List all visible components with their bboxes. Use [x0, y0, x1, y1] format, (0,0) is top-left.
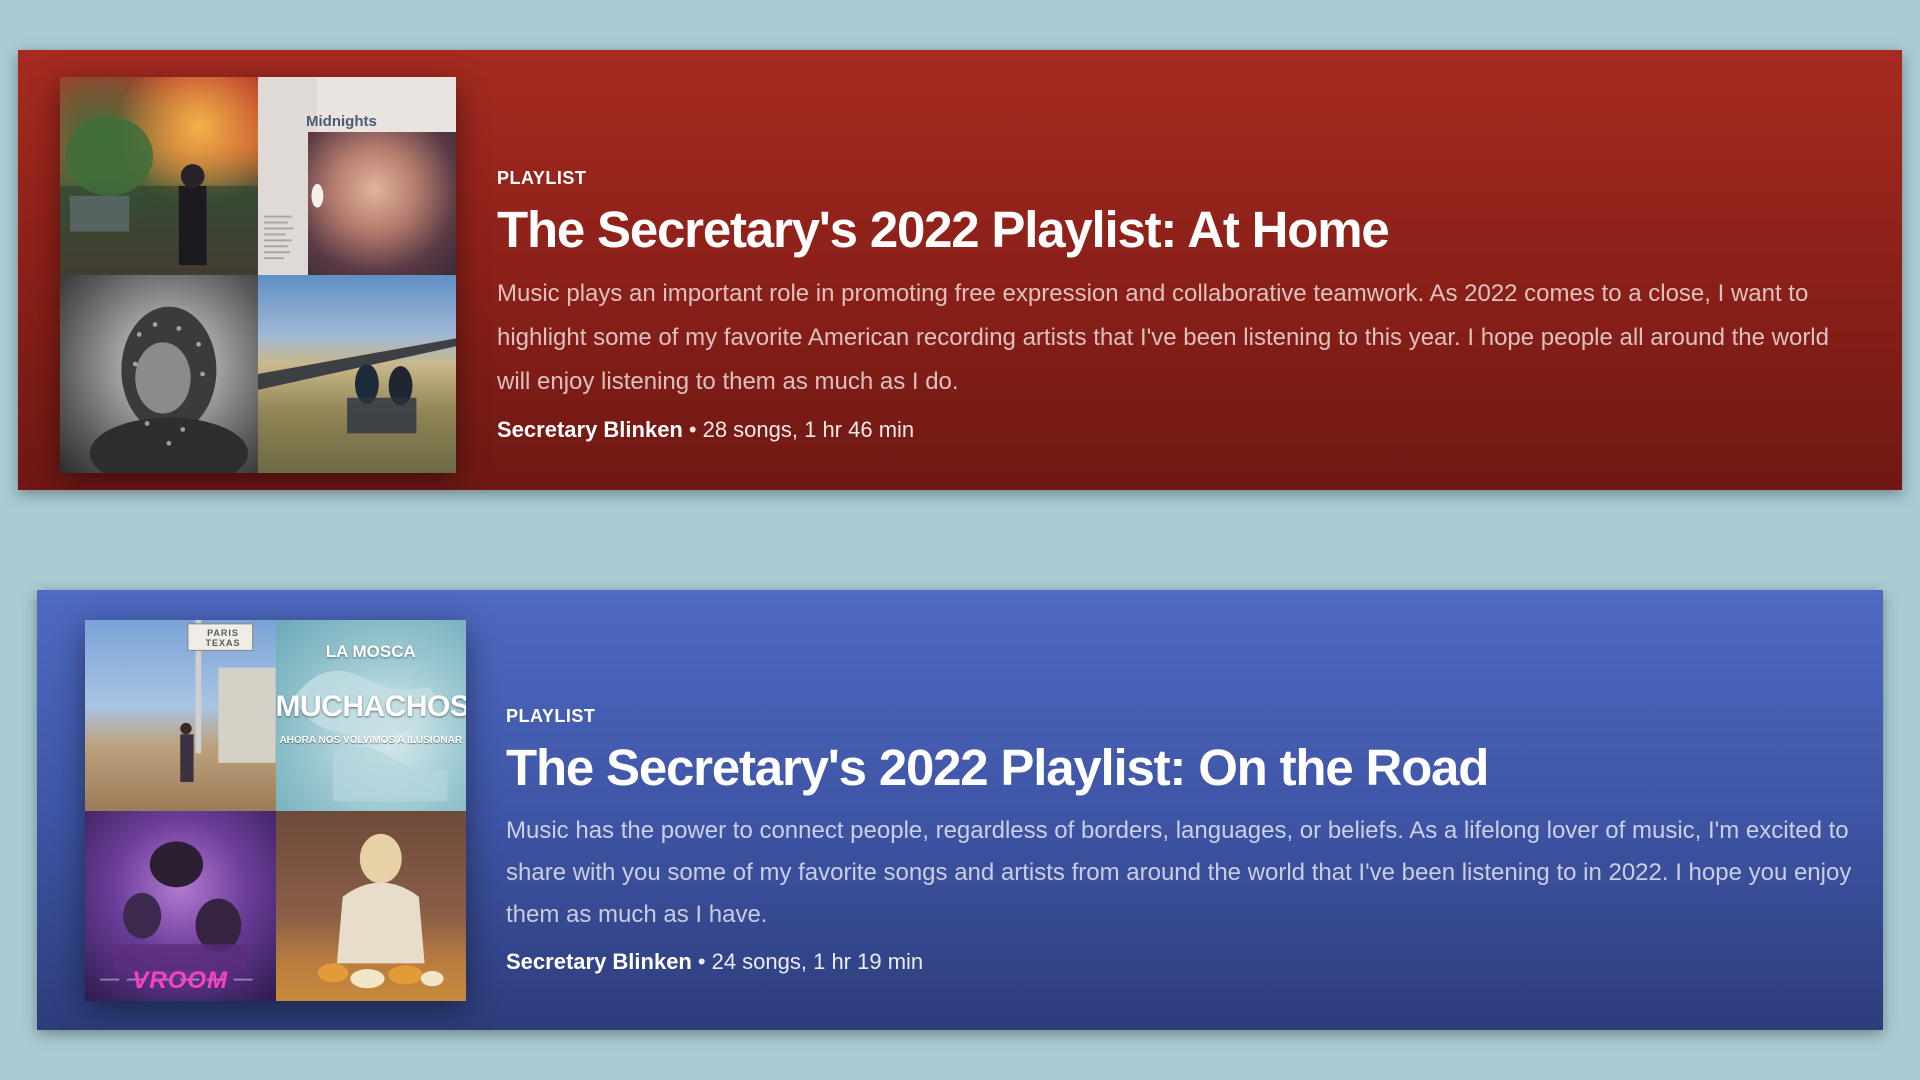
- playlist-owner-link[interactable]: Secretary Blinken: [506, 949, 692, 974]
- playlist-stats: 24 songs, 1 hr 19 min: [711, 949, 924, 975]
- album-cover-icon: [180, 620, 276, 782]
- album-cover-title: VROOM: [132, 967, 229, 994]
- album-cover-icon: [258, 338, 456, 434]
- playlist-cover-mosaic[interactable]: PARIS TEXAS LA MOSCA MUCHACHOS AHORA NOS…: [85, 620, 466, 1001]
- playlist-banner-at-home: Midnights PLAYLIST The Secretary's 2022 …: [18, 50, 1902, 490]
- album-cover-1: [60, 77, 258, 275]
- album-cover-3: VROOM: [85, 810, 276, 1001]
- playlist-meta: Secretary Blinken • 24 songs, 1 hr 19 min: [506, 949, 1856, 975]
- album-cover-4: [275, 810, 466, 1001]
- album-cover-subtitle: MUCHACHOS: [275, 690, 467, 723]
- album-cover-2: Midnights: [258, 77, 456, 275]
- playlist-title: The Secretary's 2022 Playlist: At Home: [497, 201, 1390, 258]
- album-cover-2: LA MOSCA MUCHACHOS AHORA NOS VOLVIMOS A …: [275, 620, 467, 811]
- album-cover-3: [60, 275, 258, 473]
- album-cover-icon: [263, 183, 324, 260]
- album-cover-icon: [89, 306, 249, 473]
- playlist-info: PLAYLIST The Secretary's 2022 Playlist: …: [497, 168, 1867, 443]
- playlist-info: PLAYLIST The Secretary's 2022 Playlist: …: [506, 706, 1856, 975]
- playlist-banner-on-the-road: PARIS TEXAS LA MOSCA MUCHACHOS AHORA NOS…: [37, 590, 1883, 1030]
- album-cover-1: PARIS TEXAS: [85, 620, 276, 811]
- meta-separator: •: [697, 949, 706, 975]
- album-cover-tagline: AHORA NOS VOLVIMOS A ILUSIONAR: [279, 735, 463, 746]
- playlist-title: The Secretary's 2022 Playlist: On the Ro…: [506, 739, 1489, 796]
- album-cover-title: PARIS TEXAS: [205, 628, 241, 648]
- playlist-type-label: PLAYLIST: [506, 706, 596, 726]
- playlist-type-label: PLAYLIST: [497, 168, 587, 188]
- playlist-description: Music has the power to connect people, r…: [506, 817, 1852, 929]
- album-cover-title: LA MOSCA: [325, 642, 416, 661]
- album-cover-4: [258, 275, 456, 473]
- album-cover-icon: [317, 833, 444, 988]
- playlist-cover-mosaic[interactable]: Midnights: [60, 77, 456, 473]
- playlist-owner-link[interactable]: Secretary Blinken: [497, 417, 683, 442]
- playlist-meta: Secretary Blinken • 28 songs, 1 hr 46 min: [497, 417, 1867, 443]
- playlist-stats: 28 songs, 1 hr 46 min: [702, 417, 915, 443]
- playlist-description: Music plays an important role in promoti…: [497, 280, 1829, 396]
- album-cover-icon: [60, 116, 258, 275]
- meta-separator: •: [688, 417, 697, 443]
